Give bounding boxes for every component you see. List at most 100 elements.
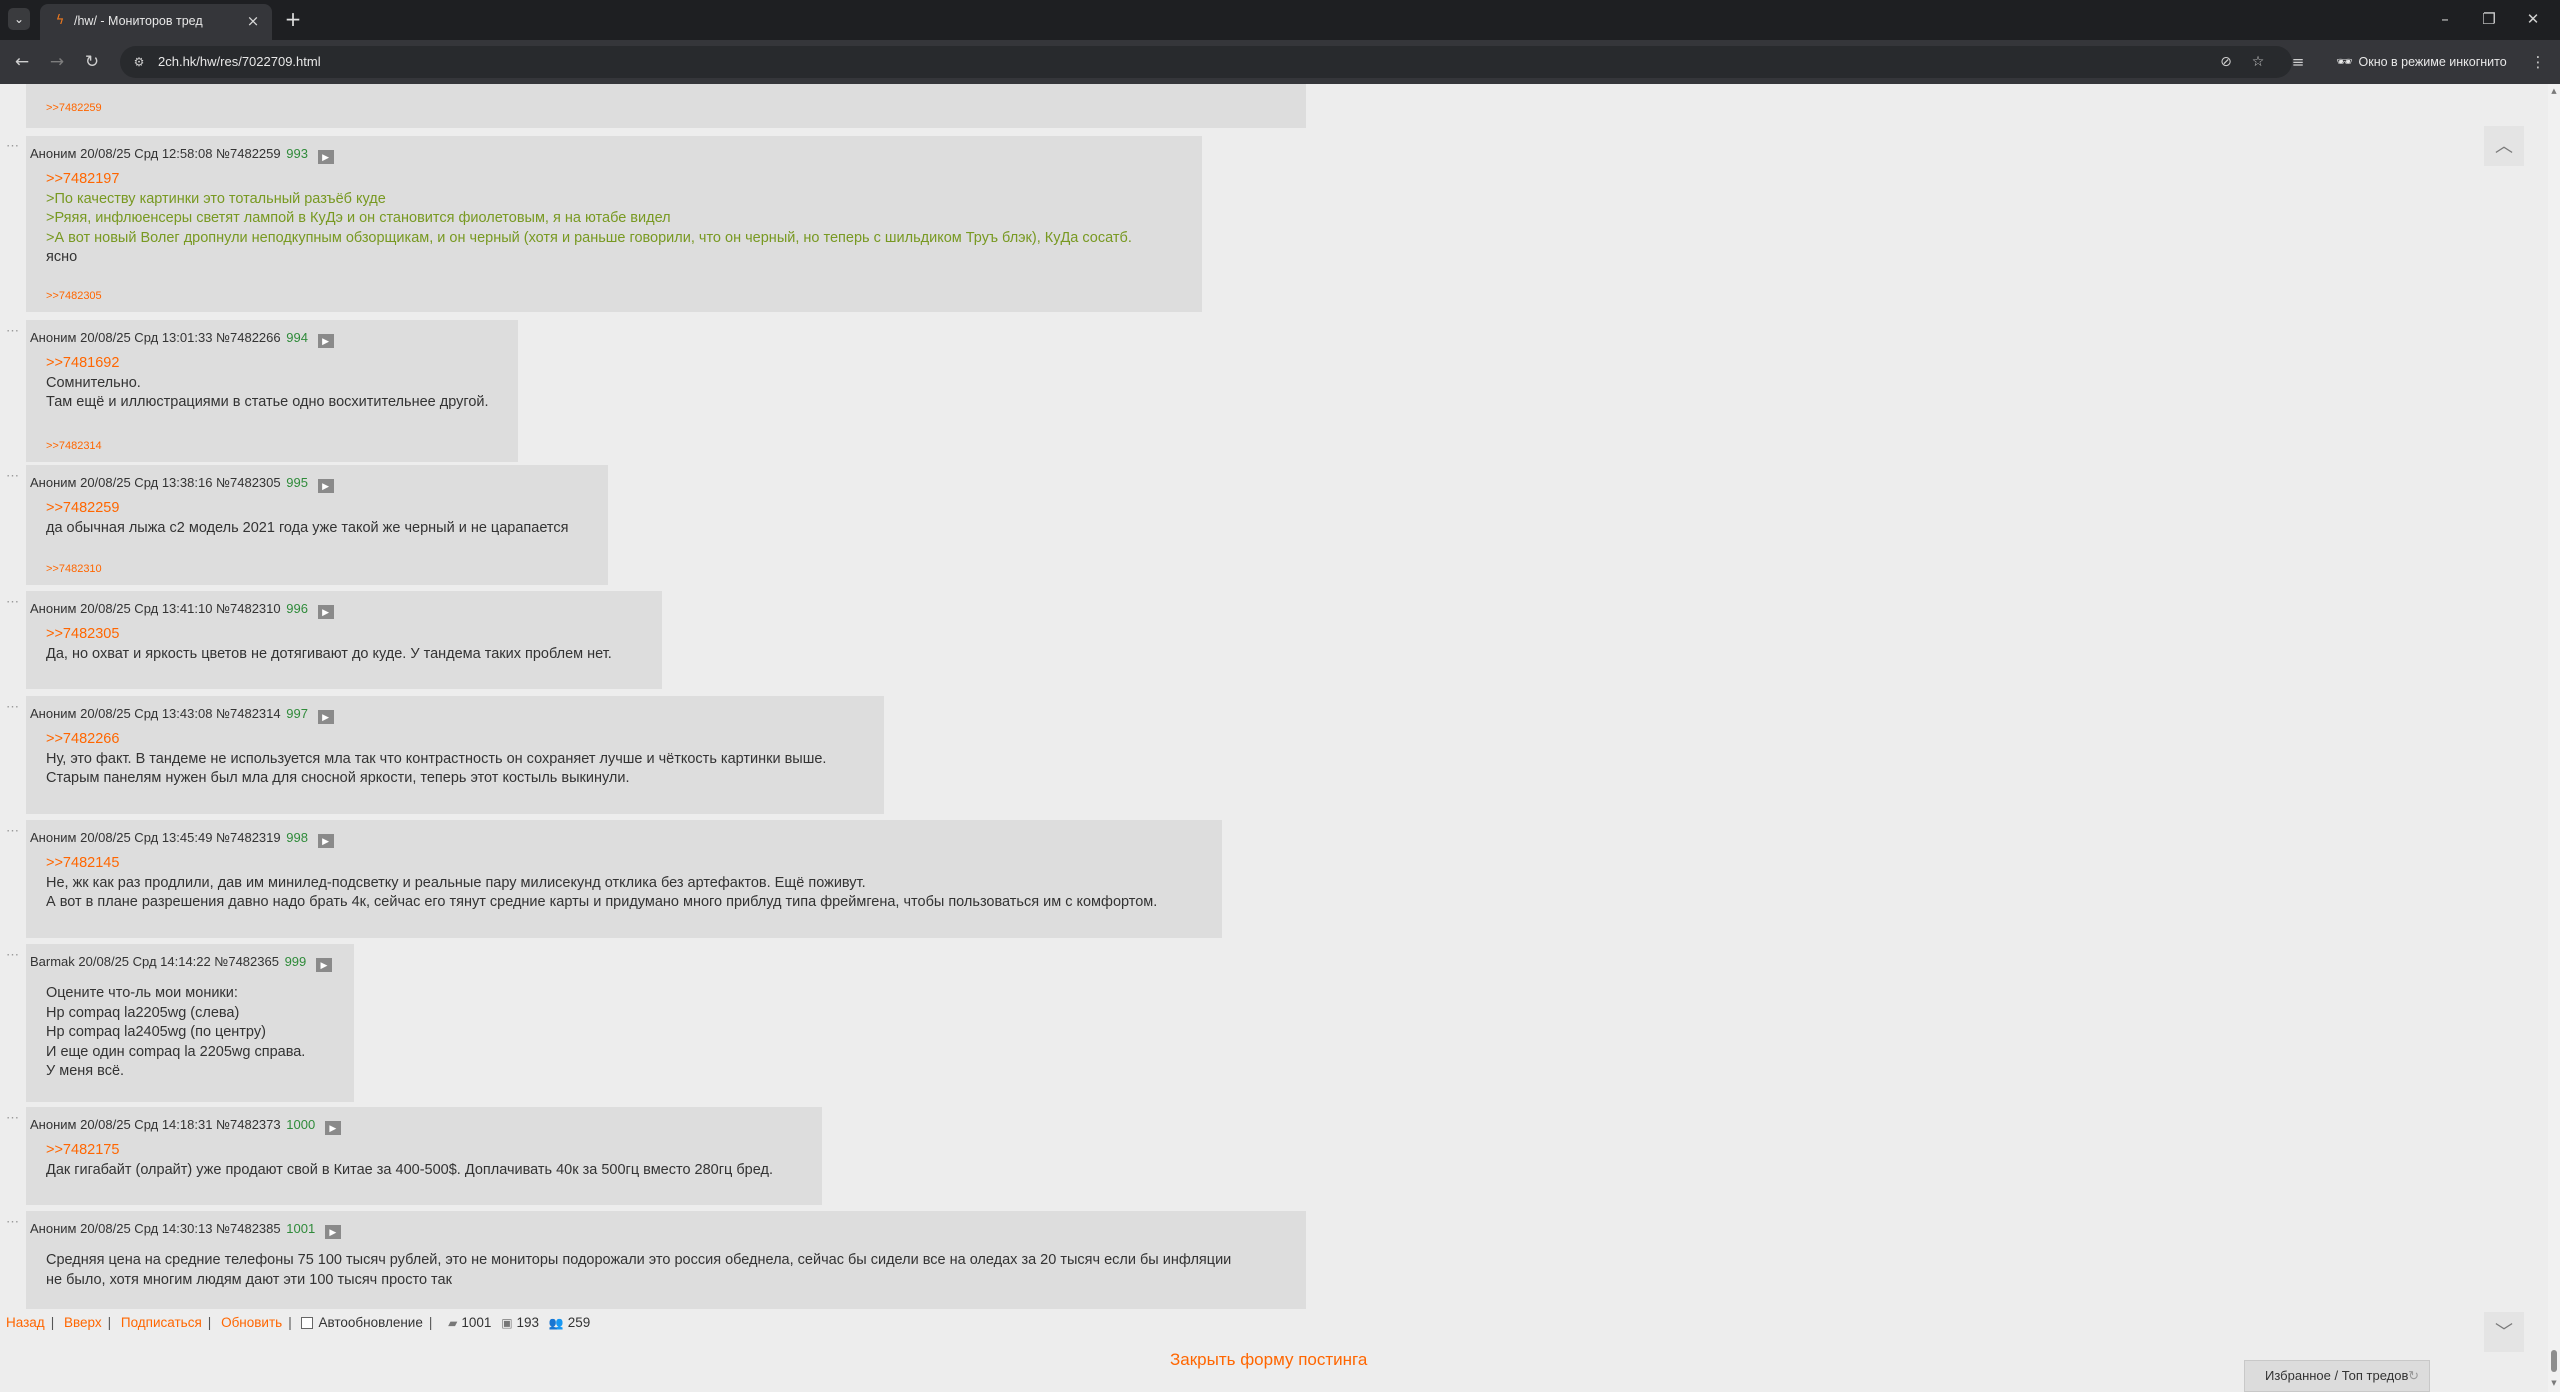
active-tab[interactable]: ϟ /hw/ - Мониторов тред × [40, 4, 272, 40]
post-number: 994 [286, 330, 308, 345]
scrollbar-thumb[interactable] [2551, 1350, 2557, 1372]
message-line: Ну, это факт. В тандеме не используется … [46, 750, 827, 767]
close-window-button[interactable]: ✕ [2518, 6, 2548, 32]
post-id[interactable]: №7482319 [216, 830, 281, 845]
reply-reference-link[interactable]: >>7481692 [46, 354, 489, 374]
poster-name: Аноним [30, 1117, 77, 1132]
post-id[interactable]: №7482373 [216, 1117, 281, 1132]
poster-name: Аноним [30, 1221, 77, 1236]
new-tab-button[interactable]: + [282, 8, 304, 30]
tab-search-button[interactable]: ⌄ [8, 8, 30, 30]
tab-close-icon[interactable]: × [244, 12, 262, 30]
post-date: 20/08/25 Срд 13:01:33 [80, 330, 213, 345]
post-actions-icon[interactable]: ▶ [317, 834, 334, 848]
post-menu-icon[interactable]: ⋯ [6, 323, 20, 339]
post-menu-icon[interactable]: ⋯ [6, 947, 20, 963]
post-id[interactable]: №7482305 [216, 475, 281, 490]
scrollbar-up-arrow-icon[interactable]: ▲ [2549, 86, 2559, 96]
post-replies-link[interactable]: >>7482314 [46, 440, 102, 452]
up-link[interactable]: Вверх [64, 1315, 102, 1330]
favorites-label: Избранное / Топ тредов [2265, 1368, 2409, 1383]
post-number: 998 [286, 830, 308, 845]
reply-reference-link[interactable]: >>7482305 [46, 625, 612, 645]
post: Barmak 20/08/25 Срд 14:14:22 №7482365 99… [26, 944, 354, 1102]
post-actions-icon[interactable]: ▶ [315, 958, 332, 972]
post-actions-icon[interactable]: ▶ [324, 1121, 341, 1135]
autorefresh-label[interactable]: Автообновление [318, 1315, 422, 1330]
back-link[interactable]: Назад [6, 1315, 45, 1330]
post-menu-icon[interactable]: ⋯ [6, 468, 20, 484]
post-menu-icon[interactable]: ⋯ [6, 823, 20, 839]
subscribe-link[interactable]: Подписаться [121, 1315, 202, 1330]
post-replies-link[interactable]: >>7482305 [46, 290, 102, 302]
post-menu-icon[interactable]: ⋯ [6, 1110, 20, 1126]
message-line: А вот в плане разрешения давно надо брат… [46, 894, 1158, 910]
back-arrow-icon[interactable]: ← [10, 50, 34, 74]
post-id[interactable]: №7482266 [216, 330, 281, 345]
close-posting-form-link[interactable]: Закрыть форму постинга [1170, 1350, 1367, 1370]
forward-arrow-icon[interactable]: → [45, 50, 69, 74]
post-actions-icon[interactable]: ▶ [317, 605, 334, 619]
images-count-icon: ▣ [501, 1316, 513, 1330]
tracking-protection-icon[interactable]: ⊘ [2216, 52, 2236, 72]
post-menu-icon[interactable]: ⋯ [6, 699, 20, 715]
post-id[interactable]: №7482385 [216, 1221, 281, 1236]
post-actions-icon[interactable]: ▶ [317, 710, 334, 724]
post-details: Аноним 20/08/25 Срд 13:43:08 №7482314 99… [30, 706, 334, 724]
post-message: >>7482259 да обычная лыжа с2 модель 2021… [46, 499, 569, 538]
page-scrollbar[interactable]: ▲ ▼ [2548, 84, 2560, 1392]
reply-link[interactable]: >>7482259 [46, 102, 102, 114]
post-date: 20/08/25 Срд 14:18:31 [80, 1117, 213, 1132]
post-menu-icon[interactable]: ⋯ [6, 138, 20, 154]
post-actions-icon[interactable]: ▶ [317, 479, 334, 493]
greentext-quote: >А вот новый Волег дропнули неподкупным … [46, 229, 1132, 246]
message-line: да обычная лыжа с2 модель 2021 года уже … [46, 519, 569, 536]
reload-icon[interactable]: ↻ [80, 50, 104, 74]
reply-reference-link[interactable]: >>7482175 [46, 1141, 773, 1161]
reply-reference-link[interactable]: >>7482266 [46, 730, 826, 750]
post-actions-icon[interactable]: ▶ [324, 1225, 341, 1239]
post-message: >>7482266 Ну, это факт. В тандеме не исп… [46, 730, 826, 789]
incognito-indicator[interactable]: 🕶 Окно в режиме инкогнито [2326, 48, 2521, 76]
minimize-window-button[interactable]: – [2430, 6, 2460, 32]
reply-reference-link[interactable]: >>7482259 [46, 499, 569, 519]
scrollbar-down-arrow-icon[interactable]: ▼ [2549, 1378, 2559, 1388]
post-message: >>7482197 >По качеству картинки это тота… [46, 170, 1132, 268]
url-text[interactable]: 2ch.hk/hw/res/7022709.html [158, 54, 321, 69]
post-number: 1001 [286, 1221, 316, 1236]
post-replies-link[interactable]: >>7482310 [46, 563, 102, 575]
posts-count: 1001 [461, 1315, 492, 1330]
post: Аноним 20/08/25 Срд 14:30:13 №7482385 10… [26, 1211, 1306, 1309]
post: Аноним 20/08/25 Срд 13:43:08 №7482314 99… [26, 696, 884, 814]
favorites-panel-toggle[interactable]: Избранное / Топ тредов ↻ [2244, 1360, 2430, 1392]
post-menu-icon[interactable]: ⋯ [6, 594, 20, 610]
scroll-down-button[interactable]: ﹀ [2484, 1312, 2524, 1352]
reply-reference-link[interactable]: >>7482197 [46, 170, 1132, 190]
autorefresh-checkbox[interactable] [301, 1317, 314, 1329]
post-date: 20/08/25 Срд 14:14:22 [78, 954, 211, 969]
poster-name: Аноним [30, 475, 77, 490]
browser-menu-icon[interactable]: ⋮ [2526, 50, 2550, 74]
scroll-up-button[interactable]: ︿ [2484, 126, 2524, 166]
restore-window-button[interactable]: ❐ [2474, 6, 2504, 32]
post-id[interactable]: №7482259 [216, 146, 281, 161]
address-bar[interactable]: ⚙ 2ch.hk/hw/res/7022709.html ⊘ ☆ [120, 46, 2292, 78]
reply-reference-link[interactable]: >>7482145 [46, 854, 1157, 874]
post-id[interactable]: №7482314 [216, 706, 281, 721]
refresh-spinner-icon[interactable]: ↻ [2408, 1361, 2419, 1391]
post: Аноним 20/08/25 Срд 14:18:31 №7482373 10… [26, 1107, 822, 1205]
post-id[interactable]: №7482365 [214, 954, 279, 969]
post: Аноним 20/08/25 Срд 12:58:08 №7482259 99… [26, 136, 1202, 312]
poster-name: Аноним [30, 146, 77, 161]
reading-list-icon[interactable]: ≡ [2286, 50, 2310, 74]
posters-count: 259 [567, 1315, 591, 1330]
post-id[interactable]: №7482310 [216, 601, 281, 616]
site-info-icon[interactable]: ⚙ [130, 53, 148, 71]
post-menu-icon[interactable]: ⋯ [6, 1214, 20, 1230]
post-actions-icon[interactable]: ▶ [317, 334, 334, 348]
post-actions-icon[interactable]: ▶ [317, 150, 334, 164]
post-details: Аноним 20/08/25 Срд 13:38:16 №7482305 99… [30, 475, 334, 493]
refresh-link[interactable]: Обновить [221, 1315, 282, 1330]
bookmark-star-icon[interactable]: ☆ [2248, 52, 2268, 72]
greentext-quote: >Ряяя, инфлюенсеры светят лампой в КуДэ … [46, 210, 671, 226]
